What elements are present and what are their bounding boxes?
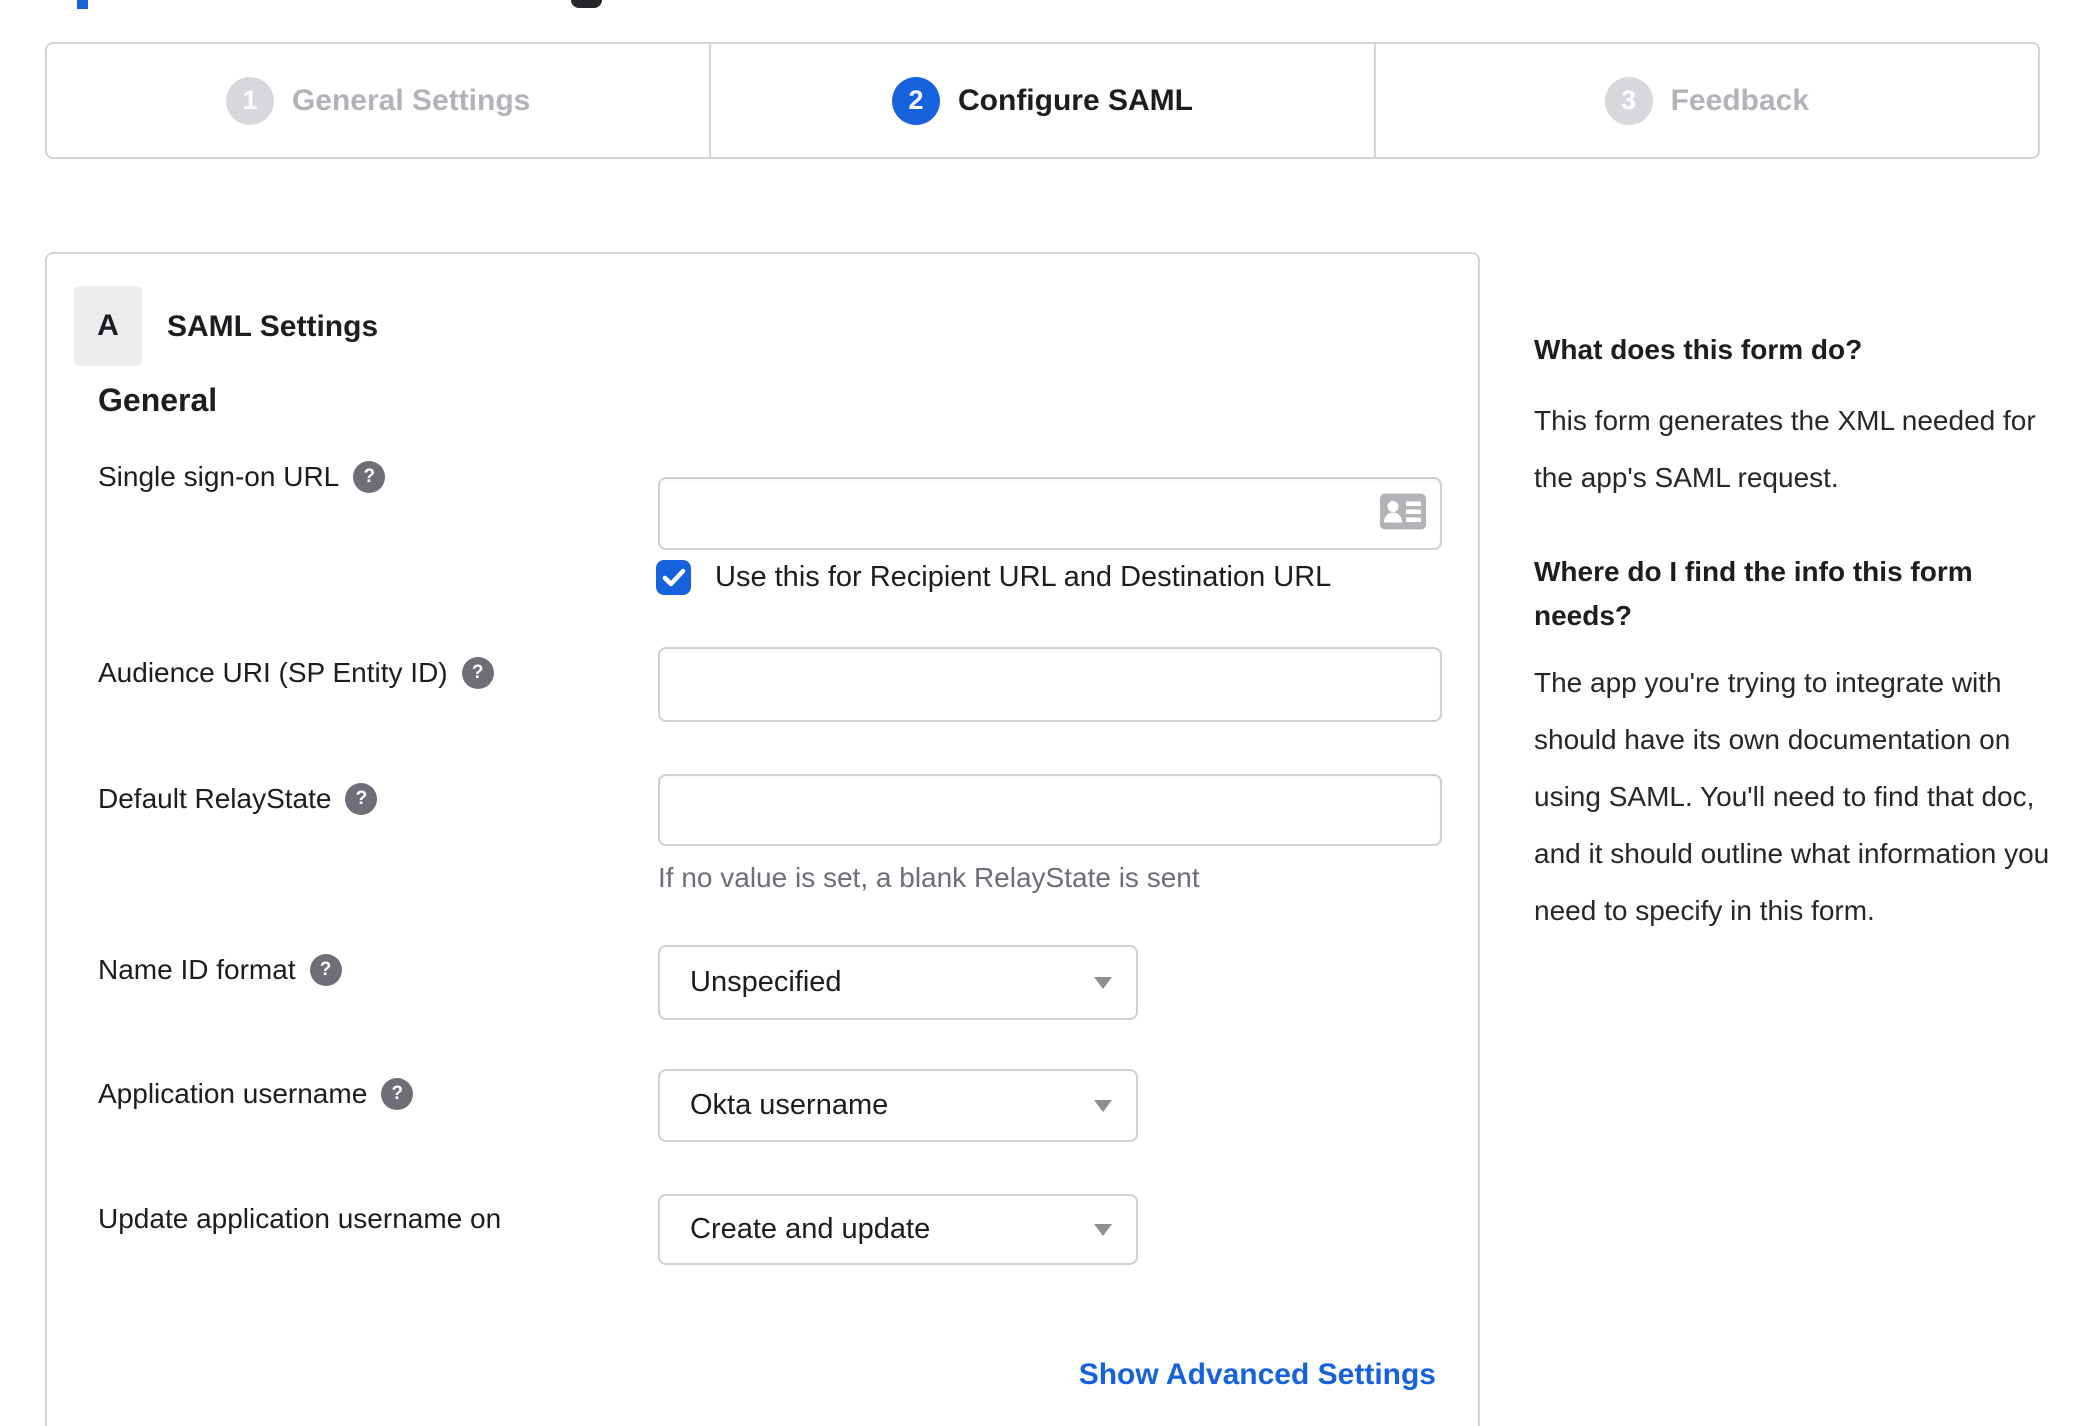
step-configure-saml[interactable]: 2 Configure SAML xyxy=(709,44,1373,157)
page: 1 General Settings 2 Configure SAML 3 Fe… xyxy=(0,0,2092,1426)
sidebar-paragraph-what: This form generates the XML needed for t… xyxy=(1534,405,2036,493)
help-icon[interactable]: ? xyxy=(381,1078,414,1110)
audience-uri-label-row: Audience URI (SP Entity ID) ? xyxy=(98,657,494,689)
contact-card-icon[interactable] xyxy=(1380,493,1426,534)
wizard-stepper: 1 General Settings 2 Configure SAML 3 Fe… xyxy=(45,42,2040,159)
app-username-value: Okta username xyxy=(690,1089,889,1121)
show-advanced-settings-link[interactable]: Show Advanced Settings xyxy=(1079,1358,1436,1392)
relay-state-label: Default RelayState xyxy=(98,783,332,814)
app-username-select[interactable]: Okta username xyxy=(658,1069,1138,1142)
update-username-label: Update application username on xyxy=(98,1203,502,1234)
help-sidebar: What does this form do? This form genera… xyxy=(1534,330,2054,939)
step-number-badge: 1 xyxy=(225,76,274,125)
help-icon[interactable]: ? xyxy=(461,657,494,689)
help-icon[interactable]: ? xyxy=(345,783,378,815)
chevron-down-icon xyxy=(1094,1099,1112,1112)
section-title: SAML Settings xyxy=(167,310,379,343)
chevron-down-icon xyxy=(1094,976,1112,989)
general-group-title: General xyxy=(98,382,218,418)
sidebar-heading-where: Where do I find the info this form needs… xyxy=(1534,556,1973,631)
help-icon[interactable]: ? xyxy=(309,954,342,986)
relay-state-input[interactable] xyxy=(658,774,1442,846)
name-id-format-label: Name ID format xyxy=(98,954,296,985)
cutoff-blue-fragment xyxy=(77,0,88,9)
sso-url-label: Single sign-on URL xyxy=(98,461,340,492)
saml-settings-panel: A SAML Settings General Single sign-on U… xyxy=(45,252,1480,1426)
update-username-value: Create and update xyxy=(690,1213,931,1245)
step-number-badge: 2 xyxy=(892,76,940,125)
name-id-format-select[interactable]: Unspecified xyxy=(658,945,1138,1020)
chevron-down-icon xyxy=(1094,1223,1112,1236)
step-label: General Settings xyxy=(291,83,531,117)
sso-url-field-wrap xyxy=(658,477,1442,550)
name-id-format-value: Unspecified xyxy=(690,966,842,998)
help-icon[interactable]: ? xyxy=(353,461,386,493)
relay-state-hint: If no value is set, a blank RelayState i… xyxy=(658,862,1200,893)
step-label: Feedback xyxy=(1670,83,1810,117)
app-username-label-row: Application username ? xyxy=(98,1078,414,1110)
audience-uri-label: Audience URI (SP Entity ID) xyxy=(98,657,448,688)
update-username-select[interactable]: Create and update xyxy=(658,1194,1138,1265)
recipient-url-checkbox-label: Use this for Recipient URL and Destinati… xyxy=(715,561,1332,593)
recipient-url-checkbox-row: Use this for Recipient URL and Destinati… xyxy=(656,560,1331,595)
sso-url-input[interactable] xyxy=(658,477,1442,550)
recipient-url-checkbox[interactable] xyxy=(656,560,691,595)
step-general-settings[interactable]: 1 General Settings xyxy=(47,44,709,157)
sso-url-label-row: Single sign-on URL ? xyxy=(98,461,386,493)
relay-state-label-row: Default RelayState ? xyxy=(98,783,378,815)
app-username-label: Application username xyxy=(98,1078,368,1109)
sidebar-paragraph-where: The app you're trying to integrate with … xyxy=(1534,667,2050,926)
cutoff-logo-fragment xyxy=(571,0,602,8)
audience-uri-input[interactable] xyxy=(658,647,1442,722)
name-id-format-label-row: Name ID format ? xyxy=(98,954,342,986)
step-feedback[interactable]: 3 Feedback xyxy=(1373,44,2038,157)
update-username-label-row: Update application username on xyxy=(98,1203,501,1235)
sidebar-heading-what: What does this form do? xyxy=(1534,334,1863,365)
step-number-badge: 3 xyxy=(1604,76,1653,125)
step-label: Configure SAML xyxy=(958,83,1193,117)
section-letter-badge: A xyxy=(74,286,142,366)
